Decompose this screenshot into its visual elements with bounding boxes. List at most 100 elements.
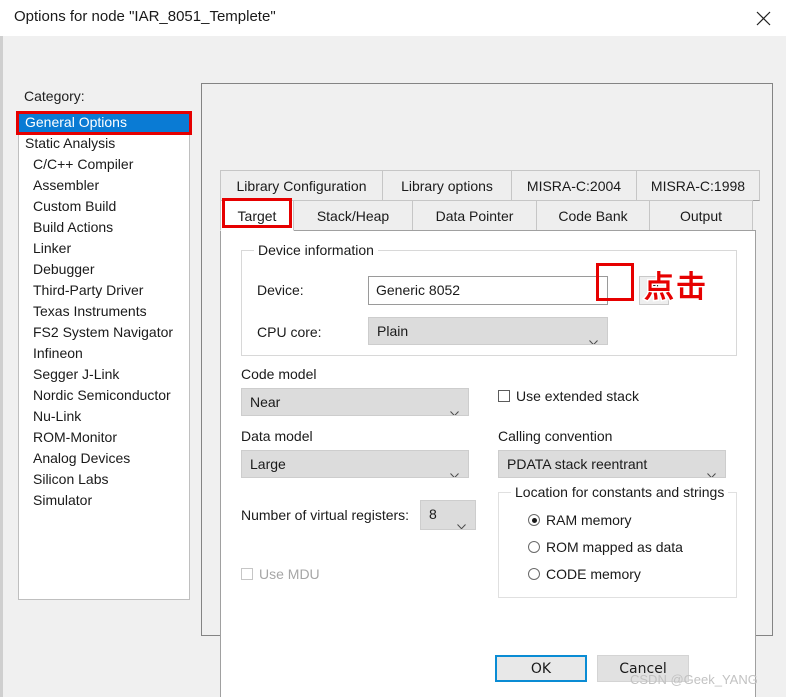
chevron-down-icon: [589, 328, 598, 344]
tab-label: Library Configuration: [236, 178, 367, 194]
tab[interactable]: Library options: [382, 170, 512, 201]
tab[interactable]: Code Bank: [536, 200, 650, 231]
radio-option-label: CODE memory: [546, 566, 641, 582]
category-label: Category:: [24, 88, 85, 104]
sidebar-item[interactable]: ROM-Monitor: [19, 427, 189, 448]
sidebar-item[interactable]: General Options: [19, 112, 189, 133]
checkbox-icon: [241, 568, 253, 580]
sidebar-item[interactable]: Linker: [19, 238, 189, 259]
calling-convention-select[interactable]: PDATA stack reentrant: [498, 450, 726, 478]
code-model-select[interactable]: Near: [241, 388, 469, 416]
tab-label: Data Pointer: [435, 208, 514, 224]
virtual-registers-value: 8: [429, 506, 437, 522]
sidebar-item-label: Infineon: [33, 345, 83, 361]
checkbox-icon: [498, 390, 510, 402]
sidebar-item[interactable]: C/C++ Compiler: [19, 154, 189, 175]
sidebar-item-label: Nu-Link: [33, 408, 82, 424]
radio-icon: [528, 514, 540, 526]
ok-button[interactable]: OK: [495, 655, 587, 682]
watermark: CSDN @Geek_YANG: [630, 672, 758, 687]
tab-row-bottom[interactable]: Target Stack/Heap Data Pointer Code Bank Out…: [220, 200, 753, 231]
title-bar: Options for node "IAR_8051_Templete": [0, 0, 786, 36]
tab[interactable]: Stack/Heap: [293, 200, 413, 231]
data-model-value: Large: [250, 456, 286, 472]
sidebar-item[interactable]: Assembler: [19, 175, 189, 196]
chevron-down-icon: [707, 461, 716, 477]
options-panel: Library Configuration Library options MISR…: [201, 83, 773, 697]
location-constants-legend: Location for constants and strings: [511, 484, 729, 500]
tab-label: Stack/Heap: [316, 208, 390, 224]
radio-option[interactable]: ROM mapped as data: [528, 539, 683, 555]
sidebar-item[interactable]: Simulator: [19, 490, 189, 511]
sidebar-item-label: Linker: [33, 240, 72, 256]
sidebar-item-label: ROM-Monitor: [33, 429, 118, 445]
calling-convention-value: PDATA stack reentrant: [507, 456, 648, 472]
close-button[interactable]: [740, 0, 786, 36]
tab-label: MISRA-C:1998: [650, 178, 746, 194]
sidebar-item[interactable]: Third-Party Driver: [19, 280, 189, 301]
sidebar-item[interactable]: Analog Devices: [19, 448, 189, 469]
radio-option-label: ROM mapped as data: [546, 539, 683, 555]
sidebar-item-label: Nordic Semiconductor: [33, 387, 171, 403]
tab-label: Code Bank: [558, 208, 628, 224]
sidebar-item[interactable]: Build Actions: [19, 217, 189, 238]
tab[interactable]: Data Pointer: [412, 200, 537, 231]
cpu-core-value: Plain: [377, 323, 409, 339]
sidebar-item-label: Texas Instruments: [33, 303, 147, 319]
virtual-registers-select[interactable]: 8: [420, 500, 476, 530]
sidebar-item-label: Analog Devices: [33, 450, 131, 466]
sidebar-item-label: FS2 System Navigator: [33, 324, 174, 340]
tab[interactable]: MISRA-C:1998: [636, 170, 760, 201]
use-mdu-checkbox: Use MDU: [241, 566, 320, 582]
code-model-value: Near: [250, 394, 281, 410]
data-model-select[interactable]: Large: [241, 450, 469, 478]
device-information-legend: Device information: [254, 242, 378, 258]
device-input[interactable]: Generic 8052: [368, 276, 608, 305]
radio-option[interactable]: RAM memory: [528, 512, 632, 528]
sidebar-item[interactable]: Static Analysis: [19, 133, 189, 154]
sidebar-item-label: Build Actions: [33, 219, 114, 235]
tab[interactable]: Library Configuration: [220, 170, 383, 201]
tab[interactable]: Output: [649, 200, 753, 231]
chevron-down-icon: [450, 461, 459, 477]
tab[interactable]: MISRA-C:2004: [511, 170, 637, 201]
tab-label: Library options: [401, 178, 493, 194]
radio-option[interactable]: CODE memory: [528, 566, 641, 582]
sidebar-item[interactable]: Debugger: [19, 259, 189, 280]
sidebar-item[interactable]: Nu-Link: [19, 406, 189, 427]
sidebar-item[interactable]: Segger J-Link: [19, 364, 189, 385]
tab-label: Target: [237, 208, 277, 224]
device-label: Device:: [257, 282, 304, 298]
virtual-registers-label: Number of virtual registers:: [241, 507, 410, 523]
chevron-down-icon: [457, 512, 466, 529]
tab[interactable]: Target: [220, 200, 294, 231]
cpu-core-select[interactable]: Plain: [368, 317, 608, 345]
sidebar-item[interactable]: FS2 System Navigator: [19, 322, 189, 343]
sidebar-item[interactable]: Custom Build: [19, 196, 189, 217]
sidebar-item-label: General Options: [25, 114, 127, 130]
tab-label: Output: [679, 208, 723, 224]
use-extended-stack-label: Use extended stack: [516, 388, 639, 404]
code-model-label: Code model: [241, 366, 317, 382]
sidebar-item[interactable]: Texas Instruments: [19, 301, 189, 322]
sidebar-item[interactable]: Silicon Labs: [19, 469, 189, 490]
tab-row-top[interactable]: Library Configuration Library options MISR…: [220, 170, 760, 201]
category-list[interactable]: General Options Static Analysis C/C++ Comp…: [18, 112, 190, 600]
sidebar-item[interactable]: Infineon: [19, 343, 189, 364]
radio-option-label: RAM memory: [546, 512, 632, 528]
sidebar-item-label: Custom Build: [33, 198, 117, 214]
sidebar-item[interactable]: Nordic Semiconductor: [19, 385, 189, 406]
sidebar-item-label: Assembler: [33, 177, 100, 193]
sidebar-item-label: Static Analysis: [25, 135, 116, 151]
use-extended-stack-checkbox[interactable]: Use extended stack: [498, 388, 639, 404]
cpu-core-label: CPU core:: [257, 324, 322, 340]
sidebar-item-label: C/C++ Compiler: [33, 156, 134, 172]
sidebar-item-label: Segger J-Link: [33, 366, 120, 382]
tab-label: MISRA-C:2004: [526, 178, 622, 194]
radio-icon: [528, 568, 540, 580]
sidebar-item-label: Silicon Labs: [33, 471, 109, 487]
sidebar-item-label: Third-Party Driver: [33, 282, 144, 298]
sidebar-item-label: Debugger: [33, 261, 95, 277]
annotation-click-text: 点击: [643, 269, 708, 307]
radio-icon: [528, 541, 540, 553]
